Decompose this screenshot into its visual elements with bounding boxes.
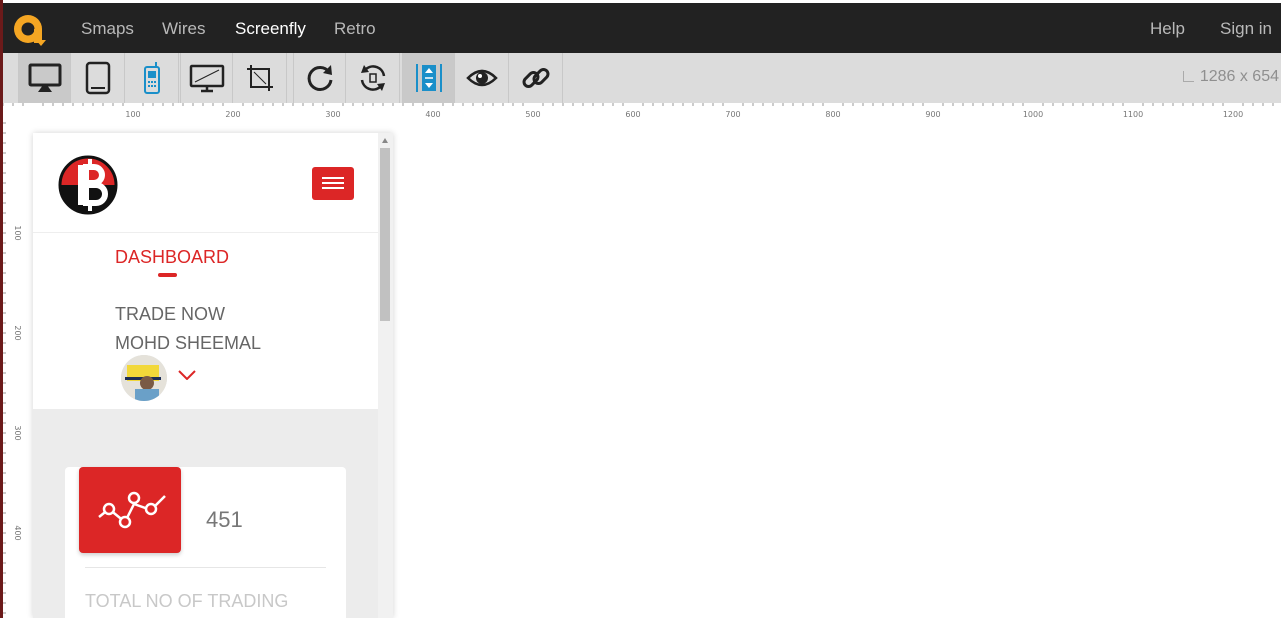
window-edge	[0, 0, 3, 618]
avatar-photo	[121, 355, 167, 401]
nav-screenfly[interactable]: Screenfly	[235, 19, 306, 39]
viewport-dimensions: 1286 x 654	[1182, 68, 1279, 86]
stat-label: TOTAL NO OF TRADING	[85, 591, 289, 611]
menu-trade-now[interactable]: TRADE NOW	[115, 304, 225, 325]
ruler-label: 200	[13, 325, 22, 340]
stat-card-icon-box	[79, 467, 181, 553]
ruler-label: 300	[325, 110, 340, 119]
ruler-label: 800	[825, 110, 840, 119]
scroll-up-arrow-icon[interactable]	[382, 138, 388, 143]
dimensions-text: 1286 x 654	[1199, 68, 1279, 85]
hamburger-line-icon	[322, 177, 344, 179]
ruler-label: 300	[13, 425, 22, 440]
device-toolbar: 1286 x 654	[0, 53, 1281, 103]
card-divider	[85, 567, 326, 568]
help-link[interactable]: Help	[1150, 19, 1185, 39]
television-button[interactable]	[180, 53, 233, 103]
line-chart-icon	[98, 491, 166, 529]
rotate-device-icon	[360, 65, 386, 91]
ruler-label: 600	[625, 110, 640, 119]
desktop-button[interactable]	[18, 53, 71, 103]
preview-scrollbar[interactable]	[378, 133, 393, 618]
rotate-icon	[307, 65, 332, 91]
ruler-label: 400	[425, 110, 440, 119]
custom-size-button[interactable]	[234, 53, 287, 103]
ruler-label: 100	[13, 225, 22, 240]
tablet-button[interactable]	[72, 53, 125, 103]
dimensions-icon	[1182, 71, 1194, 82]
scroll-thumb[interactable]	[380, 148, 390, 321]
menu-user-name[interactable]: MOHD SHEEMAL	[115, 333, 261, 354]
sign-in-link[interactable]: Sign in	[1220, 19, 1272, 39]
vertical-ruler: 100 200 300 400	[3, 121, 23, 618]
chevron-down-icon[interactable]	[178, 370, 196, 380]
mobile-menu: DASHBOARD TRADE NOW MOHD SHEEMAL	[33, 233, 378, 409]
hamburger-menu-button[interactable]	[312, 167, 354, 200]
menu-dashboard[interactable]: DASHBOARD	[115, 247, 229, 268]
site-header	[33, 133, 378, 233]
device-preview-frame: DASHBOARD TRADE NOW MOHD SHEEMAL 451 TOT…	[33, 133, 393, 618]
nav-wires[interactable]: Wires	[162, 19, 205, 39]
top-navigation-bar: Smaps Wires Screenfly Retro Help Sign in	[0, 0, 1281, 53]
ruler-label: 1100	[1123, 110, 1143, 119]
television-icon	[189, 64, 224, 93]
share-link-icon	[522, 68, 550, 88]
ruler-label: 1200	[1223, 110, 1243, 119]
ruler-label: 900	[925, 110, 940, 119]
rotate-device-button[interactable]	[347, 53, 400, 103]
stat-card: 451 TOTAL NO OF TRADING	[65, 467, 346, 618]
ruler-label: 500	[525, 110, 540, 119]
horizontal-ruler: 100 200 300 400 500 600 700 800 900 1000 1100 1200	[0, 103, 1281, 121]
tablet-icon	[85, 61, 111, 95]
ruler-label: 100	[125, 110, 140, 119]
preview-eye-icon	[466, 69, 498, 87]
site-logo-icon[interactable]	[58, 155, 118, 215]
nav-smaps[interactable]: Smaps	[81, 19, 134, 39]
mobile-icon	[144, 62, 160, 94]
mobile-button[interactable]	[126, 53, 179, 103]
preview-button[interactable]	[456, 53, 509, 103]
ruler-label: 200	[225, 110, 240, 119]
hamburger-line-icon	[322, 182, 344, 184]
avatar[interactable]	[121, 355, 167, 401]
desktop-icon	[28, 63, 61, 92]
nav-retro[interactable]: Retro	[334, 19, 376, 39]
ruler-label: 400	[13, 525, 22, 540]
rotate-button[interactable]	[293, 53, 346, 103]
scroll-toggle-button[interactable]	[402, 53, 455, 103]
active-indicator	[158, 273, 177, 277]
ruler-label: 700	[725, 110, 740, 119]
hamburger-line-icon	[322, 187, 344, 189]
scroll-toggle-icon	[415, 64, 442, 92]
share-link-button[interactable]	[510, 53, 563, 103]
app-logo-icon[interactable]	[12, 12, 46, 46]
custom-size-icon	[247, 65, 273, 91]
stat-value: 451	[206, 507, 243, 532]
ruler-label: 1000	[1023, 110, 1043, 119]
